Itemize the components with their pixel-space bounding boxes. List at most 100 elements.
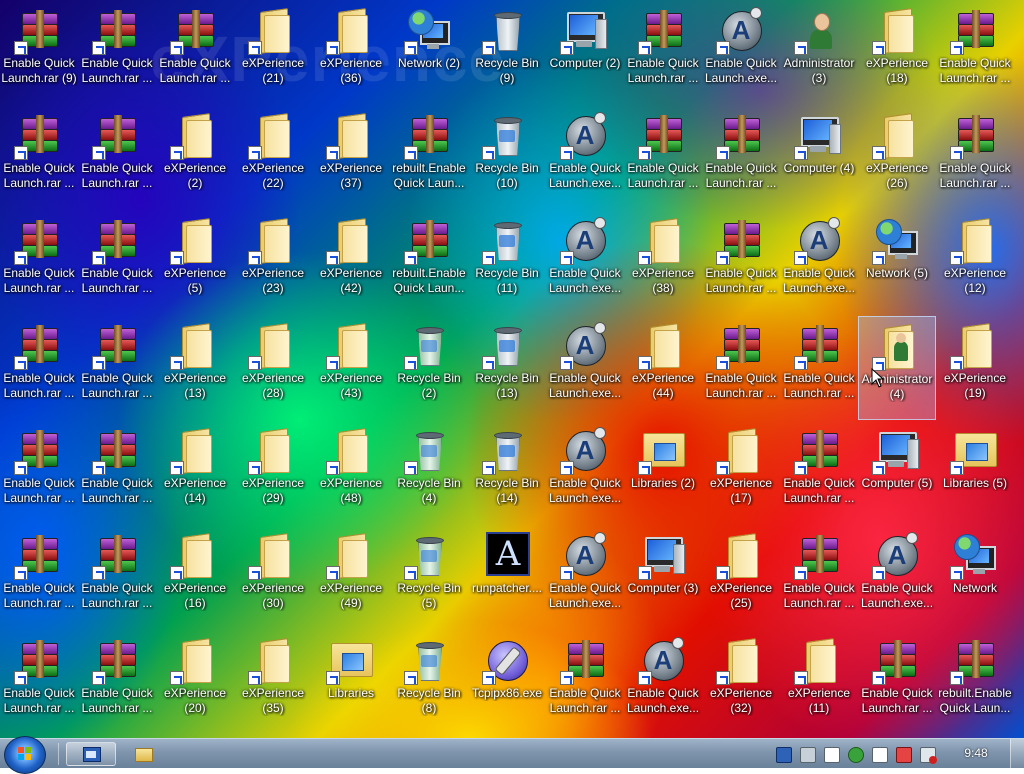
desktop-icon[interactable]: Enable Quick Launch.rar ... xyxy=(624,106,702,210)
desktop-icon[interactable]: Recycle Bin (5) xyxy=(390,526,468,630)
desktop-icon[interactable]: Tcpipx86.exe xyxy=(468,631,546,735)
desktop-icon[interactable]: Enable Quick Launch.rar ... xyxy=(0,211,78,315)
desktop-icon[interactable]: Enable Quick Launch.rar ... xyxy=(936,1,1014,105)
desktop-icon[interactable]: eXPerience (25) xyxy=(702,526,780,630)
desktop-icon[interactable]: eXPerience (21) xyxy=(234,1,312,105)
network-icon[interactable] xyxy=(800,747,816,763)
desktop-icon[interactable]: eXPerience (20) xyxy=(156,631,234,735)
desktop-icon[interactable]: eXPerience (26) xyxy=(858,106,936,210)
taskbar-button-explorer-window[interactable] xyxy=(66,742,116,766)
desktop-icon[interactable]: eXPerience (14) xyxy=(156,421,234,525)
desktop-icon[interactable]: Network xyxy=(936,526,1014,630)
desktop-icon[interactable]: eXPerience (48) xyxy=(312,421,390,525)
desktop-icon[interactable]: rebuilt.Enable Quick Laun... xyxy=(390,106,468,210)
desktop-icon[interactable]: eXPerience (42) xyxy=(312,211,390,315)
desktop-icon[interactable]: eXPerience (13) xyxy=(156,316,234,420)
desktop-icon[interactable]: A Enable Quick Launch.exe... xyxy=(546,106,624,210)
desktop-icon[interactable]: Recycle Bin (2) xyxy=(390,316,468,420)
desktop-icon[interactable]: Enable Quick Launch.rar ... xyxy=(78,421,156,525)
desktop-icon[interactable]: eXPerience (2) xyxy=(156,106,234,210)
document-icon[interactable] xyxy=(824,747,840,763)
desktop-icon[interactable]: Libraries xyxy=(312,631,390,735)
desktop-icon[interactable]: Enable Quick Launch.rar ... xyxy=(780,421,858,525)
flag-icon[interactable] xyxy=(872,747,888,763)
desktop-icon[interactable]: eXPerience (49) xyxy=(312,526,390,630)
desktop-icon[interactable]: Computer (4) xyxy=(780,106,858,210)
desktop-icon[interactable]: Recycle Bin (14) xyxy=(468,421,546,525)
desktop-icon[interactable]: A Enable Quick Launch.exe... xyxy=(780,211,858,315)
desktop-icon[interactable]: Recycle Bin (13) xyxy=(468,316,546,420)
desktop-icon[interactable]: Computer (2) xyxy=(546,1,624,105)
desktop-icon[interactable]: A Enable Quick Launch.exe... xyxy=(624,631,702,735)
desktop-icon[interactable]: Administrator (4) xyxy=(858,316,936,420)
desktop-icon[interactable]: eXPerience (5) xyxy=(156,211,234,315)
desktop-icon[interactable]: eXPerience (11) xyxy=(780,631,858,735)
desktop-icon[interactable]: eXPerience (30) xyxy=(234,526,312,630)
start-button[interactable] xyxy=(4,736,46,774)
desktop-icon[interactable]: Network (5) xyxy=(858,211,936,315)
desktop-icon[interactable]: eXPerience (23) xyxy=(234,211,312,315)
desktop-icon[interactable]: eXPerience (44) xyxy=(624,316,702,420)
desktop-icon[interactable]: Enable Quick Launch.rar ... xyxy=(624,1,702,105)
desktop-icon[interactable]: Enable Quick Launch.rar ... xyxy=(0,526,78,630)
desktop-icon[interactable]: Enable Quick Launch.rar ... xyxy=(156,1,234,105)
desktop-icon[interactable]: Enable Quick Launch.rar ... xyxy=(702,106,780,210)
desktop-icon[interactable]: Enable Quick Launch.rar ... xyxy=(78,316,156,420)
desktop-icon[interactable]: Enable Quick Launch.rar ... xyxy=(780,526,858,630)
desktop-icon[interactable]: Enable Quick Launch.rar ... xyxy=(0,316,78,420)
desktop-icon[interactable]: rebuilt.Enable Quick Laun... xyxy=(390,211,468,315)
show-desktop-button[interactable] xyxy=(1010,739,1024,769)
desktop-icon[interactable]: eXPerience (17) xyxy=(702,421,780,525)
desktop-icon[interactable]: A Enable Quick Launch.exe... xyxy=(546,316,624,420)
volume-muted-icon[interactable] xyxy=(920,747,937,764)
desktop-icon[interactable]: A Enable Quick Launch.exe... xyxy=(546,421,624,525)
desktop-icon[interactable]: Enable Quick Launch.rar ... xyxy=(546,631,624,735)
desktop-icon[interactable]: Recycle Bin (8) xyxy=(390,631,468,735)
desktop-icon[interactable]: Recycle Bin (9) xyxy=(468,1,546,105)
desktop-icon[interactable]: Recycle Bin (11) xyxy=(468,211,546,315)
desktop-icon[interactable]: eXPerience (35) xyxy=(234,631,312,735)
battery-icon[interactable] xyxy=(896,747,912,763)
desktop-icon[interactable]: eXPerience (36) xyxy=(312,1,390,105)
desktop-icon[interactable]: A Enable Quick Launch.exe... xyxy=(546,526,624,630)
desktop-icon[interactable]: eXPerience (29) xyxy=(234,421,312,525)
desktop-icon[interactable]: Administrator (3) xyxy=(780,1,858,105)
desktop-icon[interactable]: Enable Quick Launch.rar ... xyxy=(78,631,156,735)
desktop-icon[interactable]: eXPerience (43) xyxy=(312,316,390,420)
monitor-icon[interactable] xyxy=(776,747,792,763)
desktop-icon[interactable]: Enable Quick Launch.rar ... xyxy=(936,106,1014,210)
desktop-icon[interactable]: Libraries (2) xyxy=(624,421,702,525)
desktop-icon[interactable]: A Enable Quick Launch.exe... xyxy=(546,211,624,315)
taskbar-clock[interactable]: 9:48 xyxy=(956,746,996,760)
desktop-icon[interactable]: eXPerience (16) xyxy=(156,526,234,630)
desktop-icon[interactable]: A Enable Quick Launch.exe... xyxy=(858,526,936,630)
desktop-icon[interactable]: Libraries (5) xyxy=(936,421,1014,525)
desktop-icon[interactable]: Network (2) xyxy=(390,1,468,105)
desktop-icon[interactable]: A Enable Quick Launch.exe... xyxy=(702,1,780,105)
taskbar-button-libraries-folder[interactable] xyxy=(122,742,162,766)
desktop-icon[interactable]: eXPerience (18) xyxy=(858,1,936,105)
desktop-icon[interactable]: Recycle Bin (4) xyxy=(390,421,468,525)
desktop-icon[interactable]: eXPerience (38) xyxy=(624,211,702,315)
desktop-icon[interactable]: eXPerience (28) xyxy=(234,316,312,420)
desktop-icon[interactable]: eXPerience (19) xyxy=(936,316,1014,420)
desktop-icon[interactable]: Enable Quick Launch.rar ... xyxy=(0,106,78,210)
desktop-icon[interactable]: Computer (3) xyxy=(624,526,702,630)
desktop-icon[interactable]: Computer (5) xyxy=(858,421,936,525)
desktop-icon[interactable]: Enable Quick Launch.rar ... xyxy=(78,211,156,315)
desktop-icon[interactable]: Enable Quick Launch.rar (9) xyxy=(0,1,78,105)
desktop-icon[interactable]: Arunpatcher.... xyxy=(468,526,546,630)
desktop-icon[interactable]: Enable Quick Launch.rar ... xyxy=(78,106,156,210)
desktop-icon[interactable]: eXPerience (12) xyxy=(936,211,1014,315)
desktop-icon[interactable]: Enable Quick Launch.rar ... xyxy=(0,421,78,525)
desktop-icon[interactable]: Enable Quick Launch.rar ... xyxy=(702,316,780,420)
desktop-icon[interactable]: Enable Quick Launch.rar ... xyxy=(78,526,156,630)
desktop-icon[interactable]: Enable Quick Launch.rar ... xyxy=(780,316,858,420)
desktop-icon[interactable]: rebuilt.Enable Quick Laun... xyxy=(936,631,1014,735)
desktop-icon[interactable]: eXPerience (22) xyxy=(234,106,312,210)
desktop-icon[interactable]: Enable Quick Launch.rar ... xyxy=(78,1,156,105)
desktop-icon[interactable]: Enable Quick Launch.rar ... xyxy=(702,211,780,315)
desktop-icon[interactable]: eXPerience (37) xyxy=(312,106,390,210)
desktop-icon[interactable]: Enable Quick Launch.rar ... xyxy=(0,631,78,735)
desktop-icon[interactable]: eXPerience (32) xyxy=(702,631,780,735)
